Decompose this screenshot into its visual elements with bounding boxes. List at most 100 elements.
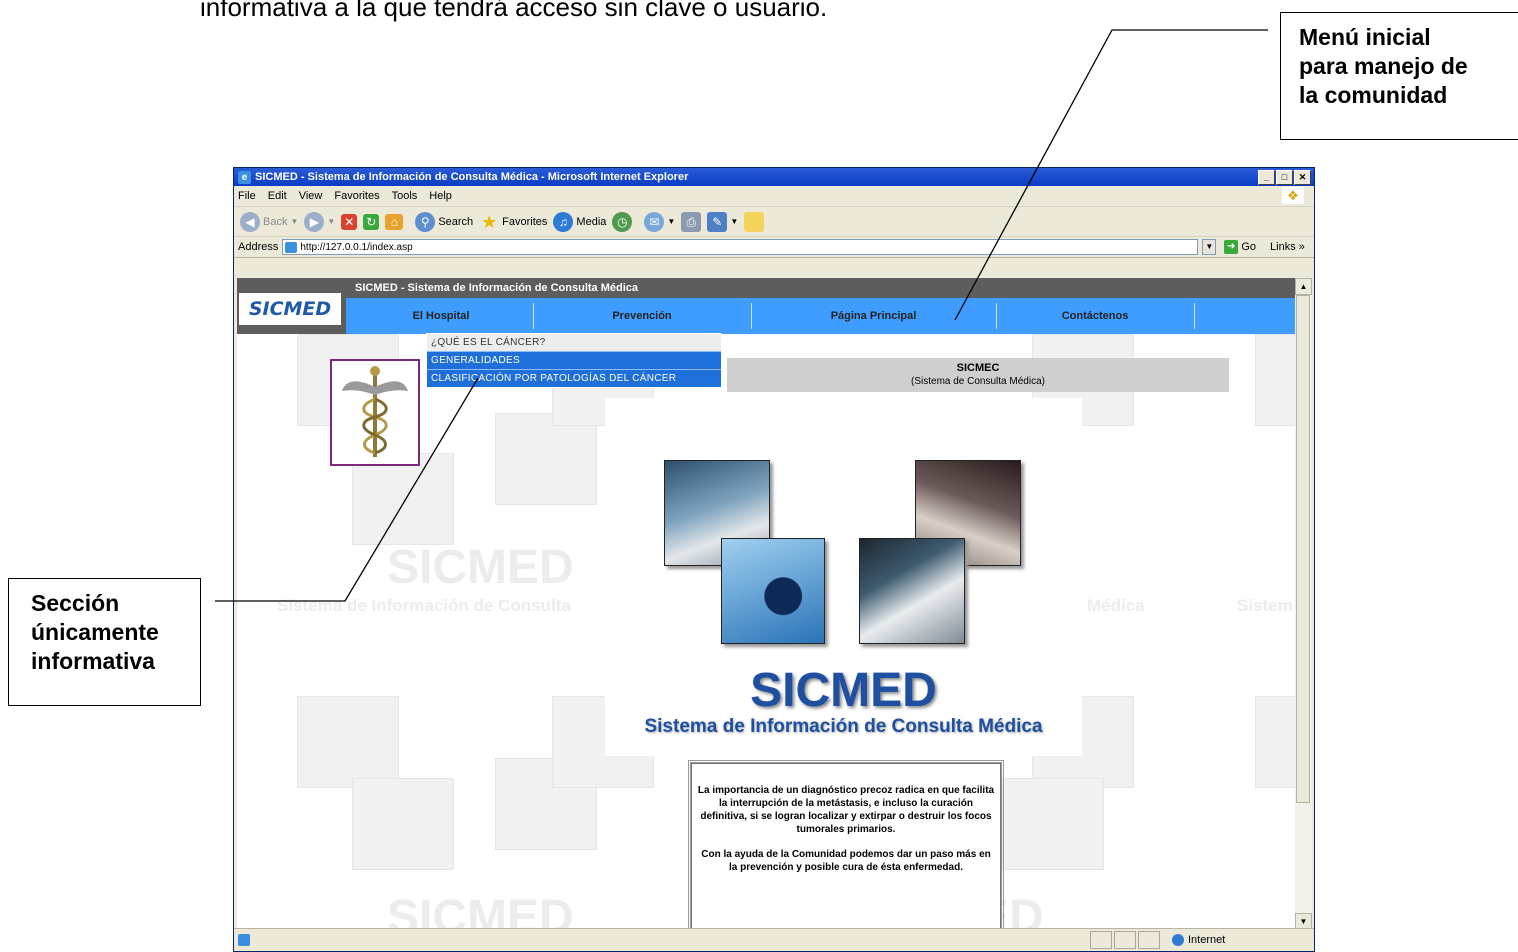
scroll-up-arrow-icon[interactable]: ▲ <box>1295 278 1312 295</box>
media-button[interactable]: ♫ Media <box>553 211 607 232</box>
globe-icon <box>1172 934 1184 946</box>
go-arrow-icon: ➜ <box>1224 240 1239 254</box>
callout-line: Sección <box>31 590 120 616</box>
links-button[interactable]: Links » <box>1270 241 1305 253</box>
callout-line: para manejo de <box>1299 53 1468 79</box>
watermark-subtitle: Sistem <box>1237 596 1293 615</box>
photo-microscope <box>721 538 825 644</box>
sicmec-subtitle: (Sistema de Consulta Médica) <box>911 376 1045 387</box>
photo-scientist <box>859 538 965 644</box>
edit-icon: ✎ <box>707 211 728 232</box>
chevron-down-icon: ▼ <box>327 217 336 226</box>
site-header-title: SICMED - Sistema de Información de Consu… <box>355 282 638 294</box>
nav-separator <box>1194 303 1195 329</box>
background-tile <box>352 778 454 870</box>
watermark-subtitle: Médica <box>1087 596 1145 615</box>
chevron-right-icon: » <box>1298 241 1305 253</box>
print-icon: ⎙ <box>681 211 702 232</box>
ie-page-icon <box>238 934 250 946</box>
sicmec-banner: SICMEC (Sistema de Consulta Médica) <box>727 358 1229 392</box>
address-dropdown-button[interactable]: ▼ <box>1202 239 1217 255</box>
stop-button[interactable]: ✕ <box>341 213 358 230</box>
go-button[interactable]: ➜ Go <box>1224 240 1256 254</box>
page-icon <box>285 241 298 253</box>
forward-button[interactable]: ▶ ▼ <box>304 211 336 232</box>
menu-help[interactable]: Help <box>429 190 452 202</box>
dropdown-item-clasificacion[interactable]: CLASIFICACIÓN POR PATOLOGÍAS DEL CÁNCER <box>427 369 721 387</box>
background-tile <box>352 453 454 545</box>
title-bar: e SICMED - Sistema de Información de Con… <box>234 168 1314 186</box>
site-logo[interactable]: SICMED <box>239 293 341 325</box>
home-button[interactable]: ⌂ <box>385 213 404 230</box>
background-tile <box>1255 334 1295 426</box>
address-input[interactable]: http://127.0.0.1/index.asp <box>282 239 1199 255</box>
sicmec-title: SICMEC <box>956 362 1000 374</box>
nav-pagina-principal[interactable]: Página Principal <box>751 298 996 334</box>
star-icon: ★ <box>481 211 498 232</box>
maximize-button[interactable]: □ <box>1276 169 1293 185</box>
edit-button[interactable]: ✎ ▼ <box>707 211 738 232</box>
notes-button[interactable] <box>744 211 765 232</box>
dropdown-item-generalidades[interactable]: GENERALIDADES <box>427 351 721 369</box>
nav-prevencion[interactable]: Prevención <box>533 298 751 334</box>
status-cell <box>1114 931 1136 949</box>
menu-edit[interactable]: Edit <box>268 190 287 202</box>
chevron-down-icon: ▼ <box>667 217 676 226</box>
links-label: Links <box>1270 241 1296 253</box>
status-cell <box>1090 931 1112 949</box>
close-button[interactable]: ✕ <box>1294 169 1311 185</box>
hospital-dropdown-menu: ¿QUÉ ES EL CÁNCER? GENERALIDADES CLASIFI… <box>426 333 722 388</box>
info-paragraph-2: Con la ayuda de la Comunidad podemos dar… <box>701 849 991 873</box>
watermark-logo: SICMED <box>387 891 574 930</box>
status-bar: Internet <box>234 928 1314 951</box>
home-icon: ⌂ <box>385 213 404 230</box>
menu-view[interactable]: View <box>299 190 323 202</box>
vertical-scrollbar[interactable]: ▲ ▼ <box>1295 278 1312 930</box>
media-icon: ♫ <box>553 211 574 232</box>
nav-contactenos[interactable]: Contáctenos <box>996 298 1194 334</box>
menu-file[interactable]: File <box>238 190 256 202</box>
callout-line: Menú inicial <box>1299 24 1431 50</box>
security-zone: Internet <box>1172 934 1314 946</box>
callout-line: informativa <box>31 648 155 674</box>
history-icon: ◷ <box>612 211 633 232</box>
back-arrow-icon: ◀ <box>240 211 260 232</box>
browser-window: e SICMED - Sistema de Información de Con… <box>233 167 1315 952</box>
dropdown-item-que-es-el-cancer[interactable]: ¿QUÉ ES EL CÁNCER? <box>427 334 721 351</box>
back-button[interactable]: ◀ Back ▼ <box>240 211 299 232</box>
media-label: Media <box>576 215 607 228</box>
scroll-thumb[interactable] <box>1296 295 1310 803</box>
refresh-icon: ↻ <box>363 213 380 230</box>
print-button[interactable]: ⎙ <box>681 211 702 232</box>
mail-button[interactable]: ✉ ▼ <box>644 211 676 232</box>
minimize-button[interactable]: _ <box>1258 169 1275 185</box>
site-nav: El Hospital Prevención Página Principal … <box>346 298 1295 334</box>
windows-flag-icon: ❖ <box>1282 187 1304 204</box>
zone-label: Internet <box>1188 934 1226 946</box>
background-tile <box>297 696 399 788</box>
search-icon: ⚲ <box>415 211 436 232</box>
watermark-logo: SICMED <box>387 541 574 594</box>
menu-favorites[interactable]: Favorites <box>334 190 379 202</box>
notes-icon <box>744 211 765 232</box>
chevron-down-icon: ▼ <box>290 217 299 226</box>
ie-icon: e <box>238 170 251 184</box>
nav-el-hospital[interactable]: El Hospital <box>346 298 536 334</box>
search-button[interactable]: ⚲ Search <box>415 211 474 232</box>
callout-menu-inicial: Menú inicial para manejo de la comunidad <box>1280 12 1518 140</box>
address-label: Address <box>238 241 279 253</box>
favorites-label: Favorites <box>502 215 548 228</box>
callout-seccion-informativa: Sección únicamente informativa <box>8 578 201 706</box>
menu-tools[interactable]: Tools <box>392 190 418 202</box>
status-cell <box>1138 931 1160 949</box>
favorites-button[interactable]: ★ Favorites <box>479 212 547 232</box>
toolbar: ◀ Back ▼ ▶ ▼ ✕ ↻ ⌂ ⚲ Search ★ Favorites … <box>234 207 1314 237</box>
center-panel: SICMED Sistema de Información de Consult… <box>605 398 1082 756</box>
refresh-button[interactable]: ↻ <box>363 213 380 230</box>
search-label: Search <box>438 215 474 228</box>
brand-subtitle: Sistema de Información de Consulta Médic… <box>644 716 1043 737</box>
back-label: Back <box>263 215 288 228</box>
window-title: SICMED - Sistema de Información de Consu… <box>255 171 689 183</box>
history-button[interactable]: ◷ <box>612 211 633 232</box>
go-label: Go <box>1241 241 1257 253</box>
